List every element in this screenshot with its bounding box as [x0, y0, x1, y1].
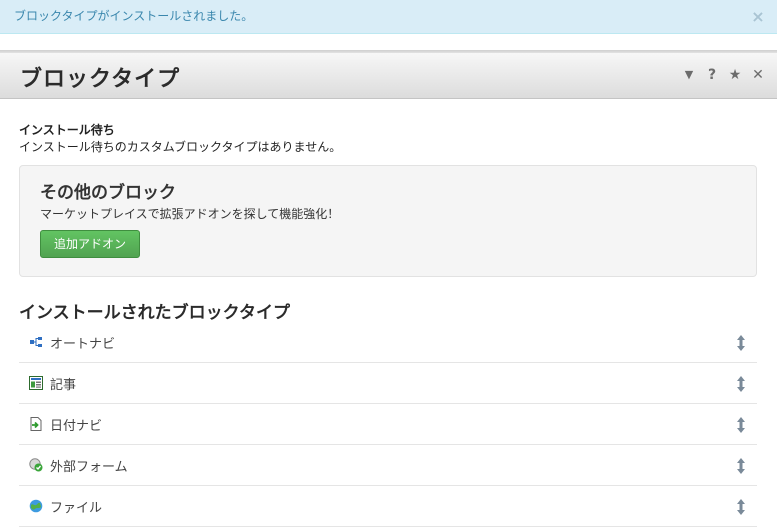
move-icon[interactable] — [736, 335, 746, 351]
panel-tools: ▼ ? ★ ✕ — [682, 66, 765, 84]
panel-header: ブロックタイプ ▼ ? ★ ✕ — [0, 53, 777, 99]
add-addon-button[interactable]: 追加アドオン — [40, 230, 140, 258]
collapse-icon[interactable]: ▼ — [682, 66, 696, 84]
block-type-list: オートナビ 記事 日付ナビ 外部フォーム ファイル — [19, 322, 757, 527]
marketplace-title: その他のブロック — [40, 183, 176, 203]
list-item-label: 記事 — [50, 378, 77, 393]
list-item[interactable]: 記事 — [19, 363, 757, 404]
content-icon — [29, 376, 43, 390]
list-item-label: 外部フォーム — [50, 460, 128, 475]
success-alert: ブロックタイプがインストールされました。 × — [0, 0, 777, 34]
list-item[interactable]: ファイル — [19, 486, 757, 527]
installed-title: インストールされたブロックタイプ — [19, 303, 290, 323]
help-icon[interactable]: ? — [705, 66, 719, 84]
external-form-icon — [29, 458, 43, 472]
move-icon[interactable] — [736, 458, 746, 474]
list-item-label: オートナビ — [50, 337, 116, 352]
sitemap-icon — [30, 337, 42, 347]
marketplace-description: マーケットプレイスで拡張アドオンを探して機能強化！ — [40, 207, 340, 221]
move-icon[interactable] — [736, 417, 746, 433]
alert-message: ブロックタイプがインストールされました。 — [14, 9, 254, 23]
star-icon[interactable]: ★ — [728, 66, 742, 84]
marketplace-well: その他のブロック マーケットプレイスで拡張アドオンを探して機能強化！ 追加アドオ… — [19, 165, 757, 277]
close-icon[interactable]: ✕ — [751, 66, 765, 84]
list-item-label: 日付ナビ — [50, 419, 103, 434]
list-item-label: ファイル — [50, 501, 103, 516]
file-icon — [29, 499, 43, 513]
date-nav-icon — [30, 417, 42, 431]
list-item[interactable]: オートナビ — [19, 322, 757, 363]
pending-title: インストール待ち — [19, 123, 115, 137]
list-item[interactable]: 外部フォーム — [19, 445, 757, 486]
pending-message: インストール待ちのカスタムブロックタイプはありません。 — [19, 140, 342, 154]
page-title: ブロックタイプ — [20, 67, 181, 92]
move-icon[interactable] — [736, 376, 746, 392]
alert-close-icon[interactable]: × — [751, 0, 765, 33]
move-icon[interactable] — [736, 499, 746, 515]
list-item[interactable]: 日付ナビ — [19, 404, 757, 445]
